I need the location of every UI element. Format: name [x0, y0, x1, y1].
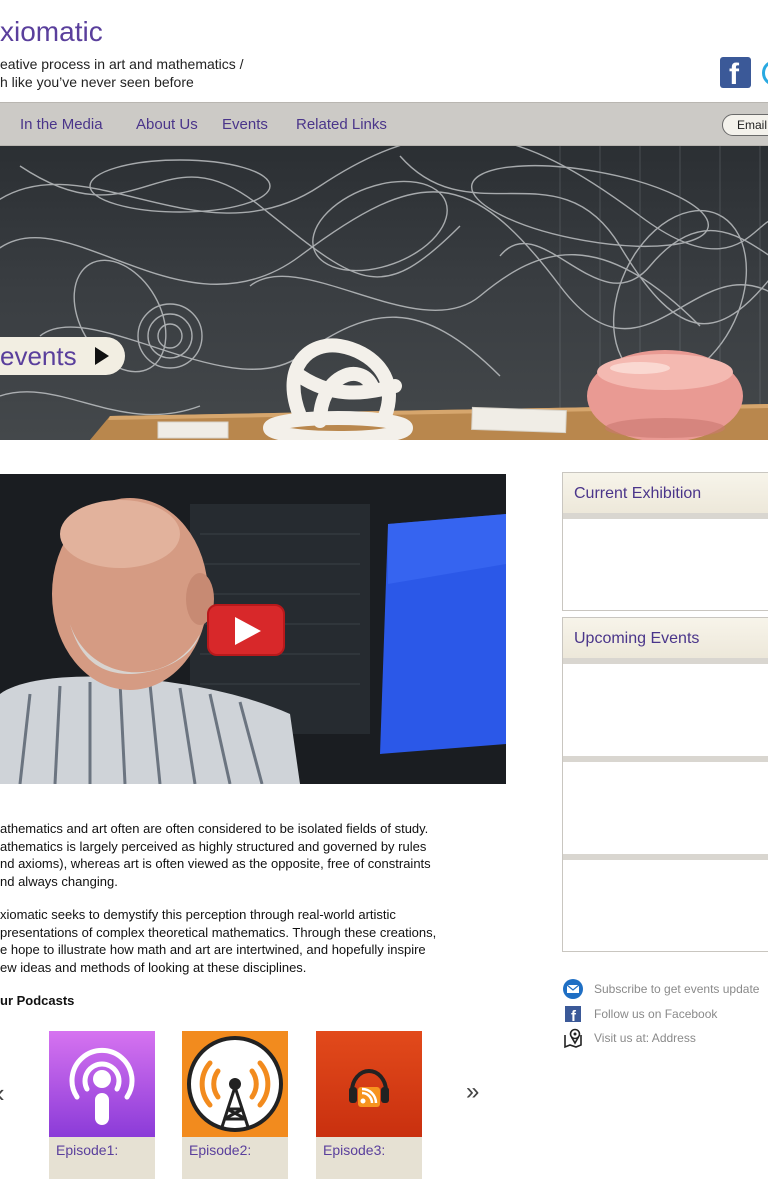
play-arrow-icon [95, 347, 109, 365]
twitter-icon[interactable] [762, 60, 768, 86]
rss-headphones-icon [316, 1031, 422, 1137]
current-exhibition-panel: Current Exhibition [562, 472, 768, 611]
intro-paragraph-2: xiomatic seeks to demystify this percept… [0, 906, 498, 976]
overcast-icon [182, 1031, 288, 1137]
intro-paragraph-1: athematics and art often are often consi… [0, 820, 498, 890]
paragraph-line: presentations of complex theoretical mat… [0, 924, 437, 940]
paragraph-line: nd always changing. [0, 873, 118, 889]
events-button-label: events [0, 341, 77, 371]
facebook-text: Follow us on Facebook [594, 1007, 718, 1021]
hero-banner: events [0, 146, 768, 440]
nav-item-events[interactable]: Events [222, 116, 268, 133]
email-icon [563, 979, 583, 999]
podcast-episode-1[interactable]: Episode1: [49, 1031, 155, 1179]
email-button[interactable]: Email [722, 114, 768, 136]
video-play-button[interactable] [207, 604, 285, 656]
facebook-icon: f [565, 1006, 581, 1025]
facebook-icon[interactable]: f [720, 57, 751, 88]
upcoming-events-panel: Upcoming Events [562, 617, 768, 952]
nav-item-related-links[interactable]: Related Links [296, 116, 387, 133]
hero-artwork [0, 146, 768, 440]
address-text: Visit us at: Address [594, 1031, 696, 1045]
episode-label: Episode1: [56, 1142, 119, 1158]
panel-divider [563, 854, 768, 860]
paragraph-line: xiomatic seeks to demystify this percept… [0, 907, 396, 922]
carousel-next-button[interactable]: » [466, 1078, 479, 1106]
site-header: xiomatic eative process in art and mathe… [0, 0, 768, 102]
site-title[interactable]: xiomatic [0, 16, 103, 48]
paragraph-line: athematics and art often are often consi… [0, 821, 429, 836]
current-exhibition-header: Current Exhibition [563, 473, 768, 514]
podcasts-heading: ur Podcasts [0, 993, 75, 1008]
map-pin-icon [564, 1028, 582, 1049]
play-icon [235, 617, 261, 645]
upcoming-events-header: Upcoming Events [563, 618, 768, 659]
paragraph-line: nd axioms), whereas art is often viewed … [0, 856, 431, 872]
paragraph-line: athematics is largely perceived as highl… [0, 838, 427, 854]
apple-podcasts-icon [49, 1031, 155, 1137]
podcast-episode-2[interactable]: Episode2: [182, 1031, 288, 1179]
main-nav: In the Media About Us Events Related Lin… [0, 102, 768, 146]
events-button[interactable]: events [0, 337, 125, 375]
episode-label: Episode3: [323, 1142, 386, 1158]
podcast-episode-3[interactable]: Episode3: [316, 1031, 422, 1179]
nav-item-in-the-media[interactable]: In the Media [20, 116, 103, 133]
paragraph-line: ew ideas and methods of looking at these… [0, 959, 307, 975]
tagline-line-1: eative process in art and mathematics / [0, 56, 244, 72]
current-exhibition-title: Current Exhibition [574, 485, 702, 502]
panel-divider [563, 658, 768, 664]
upcoming-events-title: Upcoming Events [574, 630, 700, 647]
carousel-prev-button[interactable]: ‹ [0, 1078, 5, 1109]
episode-label: Episode2: [189, 1142, 252, 1158]
site-tagline: eative process in art and mathematics / … [0, 55, 244, 91]
paragraph-line: e hope to illustrate how math and art ar… [0, 942, 426, 958]
panel-divider [563, 756, 768, 762]
subscribe-text: Subscribe to get events update [594, 982, 760, 996]
tagline-line-2: h like you’ve never seen before [0, 74, 194, 90]
nav-item-about-us[interactable]: About Us [136, 116, 198, 133]
panel-divider [563, 513, 768, 519]
